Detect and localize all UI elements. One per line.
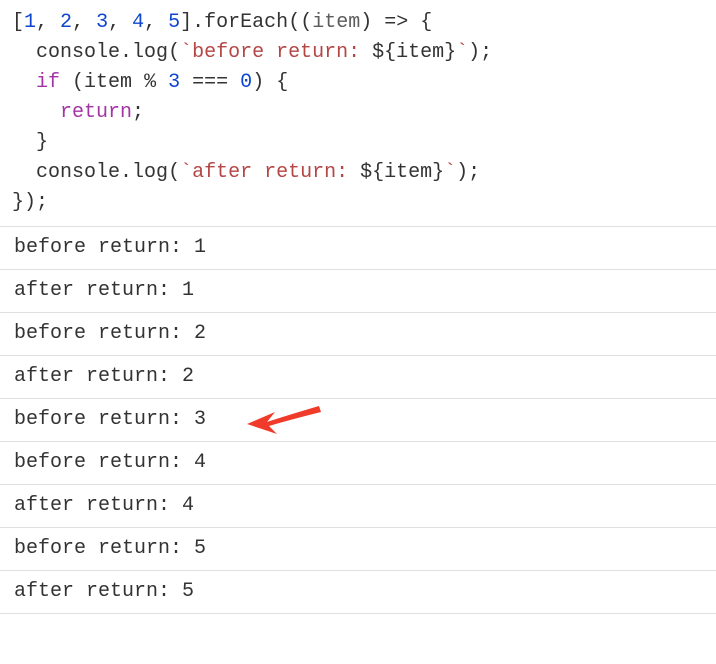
console-log-line: after return: 4 bbox=[0, 485, 716, 528]
console-log-line: before return: 3 bbox=[0, 399, 716, 442]
console-log-line: after return: 2 bbox=[0, 356, 716, 399]
console-log-line: after return: 5 bbox=[0, 571, 716, 614]
code-block: [1, 2, 3, 4, 5].forEach((item) => { cons… bbox=[0, 0, 716, 227]
console-log-line: after return: 1 bbox=[0, 270, 716, 313]
console-output: before return: 1after return: 1before re… bbox=[0, 227, 716, 614]
console-log-line: before return: 2 bbox=[0, 313, 716, 356]
console-log-line: before return: 1 bbox=[0, 227, 716, 270]
console-log-line: before return: 5 bbox=[0, 528, 716, 571]
console-log-line: before return: 4 bbox=[0, 442, 716, 485]
highlight-arrow-icon bbox=[245, 400, 325, 440]
